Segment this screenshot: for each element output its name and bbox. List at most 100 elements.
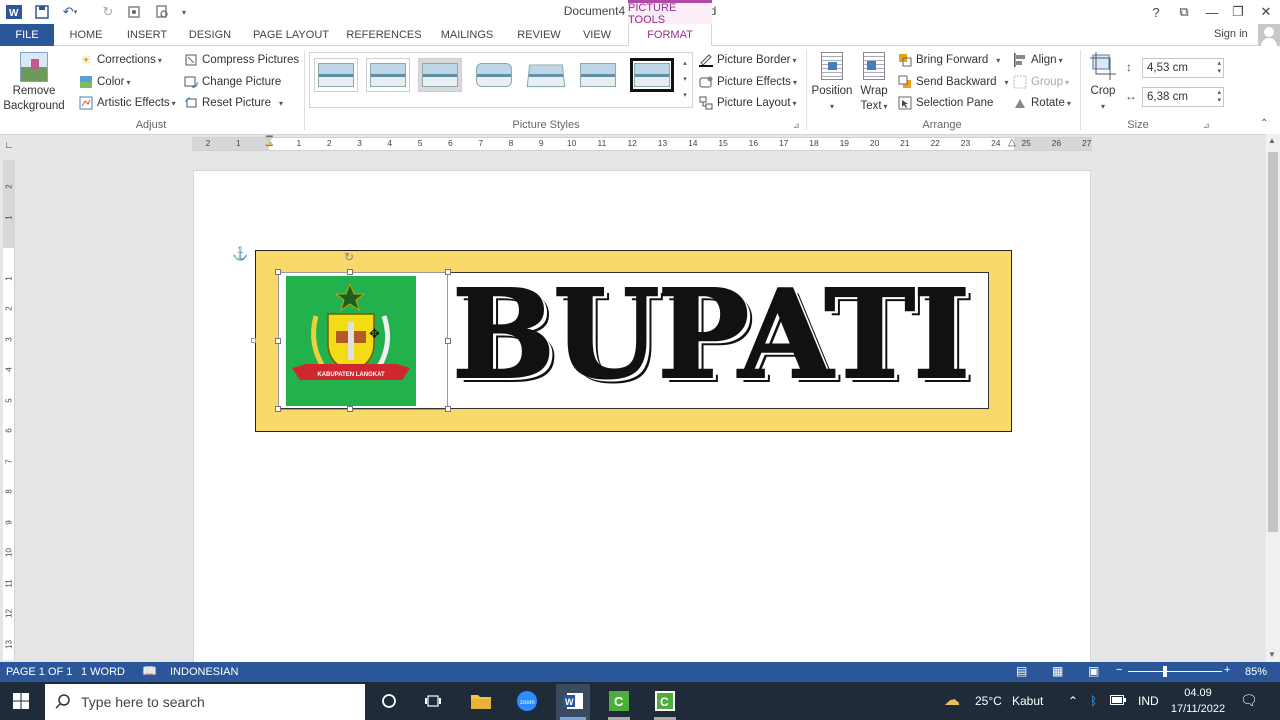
windows-start-icon[interactable] — [6, 686, 36, 716]
word-app-icon[interactable]: W — [4, 2, 24, 22]
zoom-in-icon[interactable]: + — [1224, 664, 1230, 676]
anchor-icon[interactable]: ⚓ — [232, 246, 248, 262]
save-icon[interactable] — [32, 2, 52, 22]
corrections-button[interactable]: ☀ Corrections ▾ — [78, 50, 162, 70]
align-button[interactable]: Align ▾ — [1012, 50, 1063, 70]
height-field[interactable]: 4,53 cm ▴ ▾ — [1142, 58, 1224, 78]
right-indent-marker-icon[interactable]: △ — [1008, 137, 1016, 148]
weather-temperature[interactable]: 25°C — [975, 694, 1002, 708]
scroll-down-icon[interactable]: ▼ — [1268, 650, 1276, 659]
avatar[interactable] — [1258, 24, 1280, 46]
tab-mailings[interactable]: MAILINGS — [434, 24, 500, 46]
sign-in-link[interactable]: Sign in — [1214, 28, 1248, 40]
selection-pane-button[interactable]: Selection Pane — [897, 93, 993, 113]
weather-icon[interactable]: ☁ — [944, 690, 960, 710]
battery-icon[interactable] — [1110, 694, 1126, 708]
tab-view[interactable]: VIEW — [578, 24, 616, 46]
maximize-button[interactable]: ❐ — [1224, 0, 1252, 24]
zoom-slider[interactable] — [1128, 671, 1222, 672]
resize-handle[interactable] — [275, 269, 281, 275]
task-view-icon[interactable] — [418, 686, 448, 716]
tab-home[interactable]: HOME — [62, 24, 110, 46]
print-layout-icon[interactable]: ▦ — [1052, 664, 1063, 678]
size-launcher-icon[interactable]: ⊿ — [1203, 121, 1210, 130]
gallery-scroll-buttons[interactable]: ▴ ▾ ▾ — [680, 56, 690, 104]
tab-references[interactable]: REFERENCES — [346, 24, 422, 46]
picture-border-button[interactable]: Picture Border ▾ — [698, 50, 797, 70]
resize-handle[interactable] — [445, 338, 451, 344]
camtasia-recorder-icon[interactable]: C — [650, 686, 680, 716]
redo-icon[interactable]: ↻ — [98, 2, 118, 22]
reset-picture-button[interactable]: Reset Picture ▾ — [183, 93, 283, 113]
file-explorer-icon[interactable] — [466, 686, 496, 716]
collapse-ribbon-icon[interactable]: ⌃ — [1260, 118, 1268, 129]
customize-qat-icon[interactable]: ▾ — [174, 2, 194, 22]
resize-handle[interactable] — [275, 338, 281, 344]
resize-handle[interactable] — [347, 269, 353, 275]
picture-style-3[interactable] — [418, 58, 462, 92]
web-layout-icon[interactable]: ▣ — [1088, 664, 1099, 678]
tab-design[interactable]: DESIGN — [184, 24, 236, 46]
cortana-icon[interactable] — [374, 686, 404, 716]
tab-page-layout[interactable]: PAGE LAYOUT — [248, 24, 334, 46]
camtasia-icon[interactable]: C — [604, 686, 634, 716]
zoom-level[interactable]: 85% — [1245, 666, 1267, 678]
change-picture-button[interactable]: Change Picture — [183, 72, 281, 92]
page-count[interactable]: PAGE 1 OF 1 — [6, 666, 72, 678]
picture-styles-launcher-icon[interactable]: ⊿ — [793, 121, 800, 130]
proofing-icon[interactable]: 📖 — [142, 664, 157, 678]
remove-background-button[interactable]: Remove Background — [2, 52, 66, 114]
help-button[interactable]: ? — [1142, 0, 1170, 24]
picture-style-4[interactable] — [472, 58, 516, 92]
rotate-button[interactable]: Rotate ▾ — [1012, 93, 1071, 113]
width-spinner[interactable]: ▴ ▾ — [1217, 89, 1221, 105]
rotate-handle-icon[interactable]: ↻ — [344, 250, 354, 264]
language-status[interactable]: INDONESIAN — [170, 666, 238, 678]
picture-style-1[interactable] — [314, 58, 358, 92]
minimize-button[interactable]: — — [1198, 0, 1226, 24]
bluetooth-icon[interactable]: ᛒ — [1090, 694, 1097, 708]
clock-time[interactable]: 04.09 — [1170, 687, 1226, 699]
compress-pictures-button[interactable]: Compress Pictures — [183, 50, 299, 70]
resize-handle[interactable] — [347, 406, 353, 412]
resize-handle[interactable] — [275, 406, 281, 412]
word-count[interactable]: 1 WORD — [81, 666, 125, 678]
height-spinner[interactable]: ▴ ▾ — [1217, 60, 1221, 76]
picture-layout-button[interactable]: Picture Layout ▾ — [698, 93, 797, 113]
touch-mode-icon[interactable] — [124, 2, 144, 22]
tab-insert[interactable]: INSERT — [122, 24, 172, 46]
ribbon-display-button[interactable]: ⧉ — [1170, 0, 1198, 24]
picture-style-5[interactable] — [524, 58, 568, 92]
clock-date[interactable]: 17/11/2022 — [1166, 703, 1230, 715]
weather-description[interactable]: Kabut — [1012, 694, 1043, 708]
artistic-effects-button[interactable]: Artistic Effects ▾ — [78, 93, 176, 113]
print-preview-icon[interactable] — [152, 2, 172, 22]
banner-resize-handle[interactable] — [251, 338, 256, 343]
tab-selector-icon[interactable]: ∟ — [4, 140, 14, 151]
tab-file[interactable]: FILE — [0, 24, 54, 46]
zoom-slider-thumb[interactable] — [1163, 666, 1167, 677]
zoom-app-icon[interactable]: zoom — [512, 686, 542, 716]
undo-icon[interactable]: ↶ ▾ — [60, 2, 80, 22]
tab-review[interactable]: REVIEW — [512, 24, 566, 46]
zoom-out-icon[interactable]: − — [1116, 664, 1122, 676]
close-button[interactable]: ✕ — [1252, 0, 1280, 24]
crop-button[interactable]: Crop ▾ — [1084, 52, 1122, 114]
indent-marker-icon[interactable]: ⌛ — [263, 136, 275, 147]
tab-format[interactable]: FORMAT — [628, 24, 712, 47]
resize-handle[interactable] — [445, 269, 451, 275]
wrap-text-button[interactable]: Wrap Text ▾ — [856, 52, 892, 114]
read-mode-icon[interactable]: ▤ — [1016, 664, 1027, 678]
color-button[interactable]: Color ▾ — [78, 72, 131, 92]
scrollbar-thumb[interactable] — [1268, 152, 1278, 532]
picture-style-7[interactable] — [630, 58, 674, 92]
width-field[interactable]: 6,38 cm ▴ ▾ — [1142, 87, 1224, 107]
input-language[interactable]: IND — [1138, 694, 1159, 708]
notifications-icon[interactable]: 🗨 — [1240, 692, 1258, 709]
taskbar-search[interactable]: Type here to search — [45, 684, 365, 720]
picture-style-2[interactable] — [366, 58, 410, 92]
picture-effects-button[interactable]: Picture Effects ▾ — [698, 72, 797, 92]
show-hidden-icons[interactable]: ⌃ — [1068, 694, 1078, 708]
scroll-up-icon[interactable]: ▲ — [1268, 136, 1276, 145]
group-button[interactable]: Group ▾ — [1012, 72, 1069, 92]
